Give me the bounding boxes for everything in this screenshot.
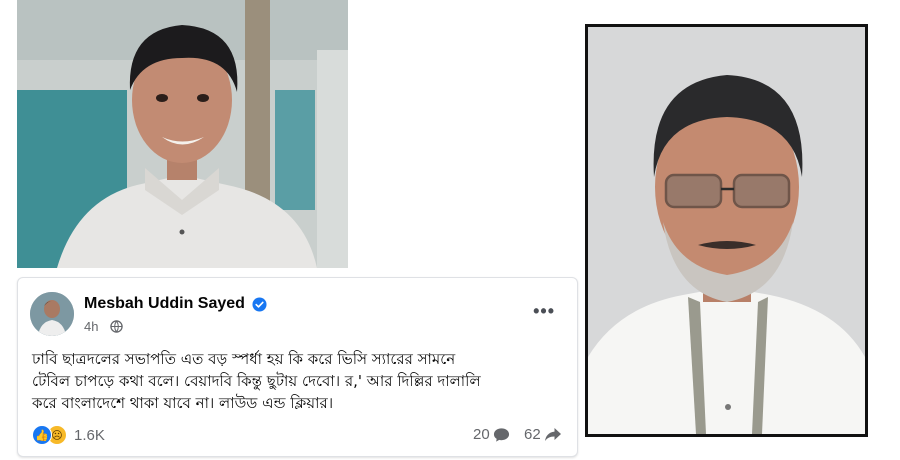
- comments-summary[interactable]: 20: [473, 426, 510, 443]
- post-text: ঢাবি ছাত্রদলের সভাপতি এত বড় স্পর্ধা হয়…: [32, 348, 567, 414]
- author-name[interactable]: Mesbah Uddin Sayed: [84, 295, 245, 313]
- portrait-photo-right: [585, 24, 868, 437]
- post-text-line: করে বাংলাদেশে থাকা যাবে না। লাউড এন্ড ক্…: [32, 394, 334, 412]
- portrait-photo-left: [17, 0, 348, 268]
- more-options-icon[interactable]: •••: [533, 302, 555, 320]
- comment-icon: [493, 427, 509, 442]
- author-avatar[interactable]: [30, 292, 74, 336]
- facebook-post-card: Mesbah Uddin Sayed 4h ••• ঢাবি ছাত্রদলের…: [17, 277, 578, 457]
- post-text-line: টেবিল চাপড়ে কথা বলে। বেয়াদবি কিন্তু ছু…: [32, 372, 481, 390]
- shares-count: 62: [524, 426, 541, 443]
- reactions-summary[interactable]: 👍 ☹ 1.6K: [32, 424, 105, 446]
- like-reaction-icon: 👍: [32, 425, 52, 445]
- post-text-line: ঢাবি ছাত্রদলের সভাপতি এত বড় স্পর্ধা হয়…: [32, 350, 456, 368]
- comments-count: 20: [473, 426, 490, 443]
- shares-summary[interactable]: 62: [524, 426, 562, 443]
- globe-icon: [110, 320, 123, 333]
- reactions-count: 1.6K: [74, 426, 105, 444]
- post-timestamp[interactable]: 4h: [84, 319, 98, 334]
- share-icon: [544, 428, 561, 441]
- verified-badge-icon: [252, 297, 267, 312]
